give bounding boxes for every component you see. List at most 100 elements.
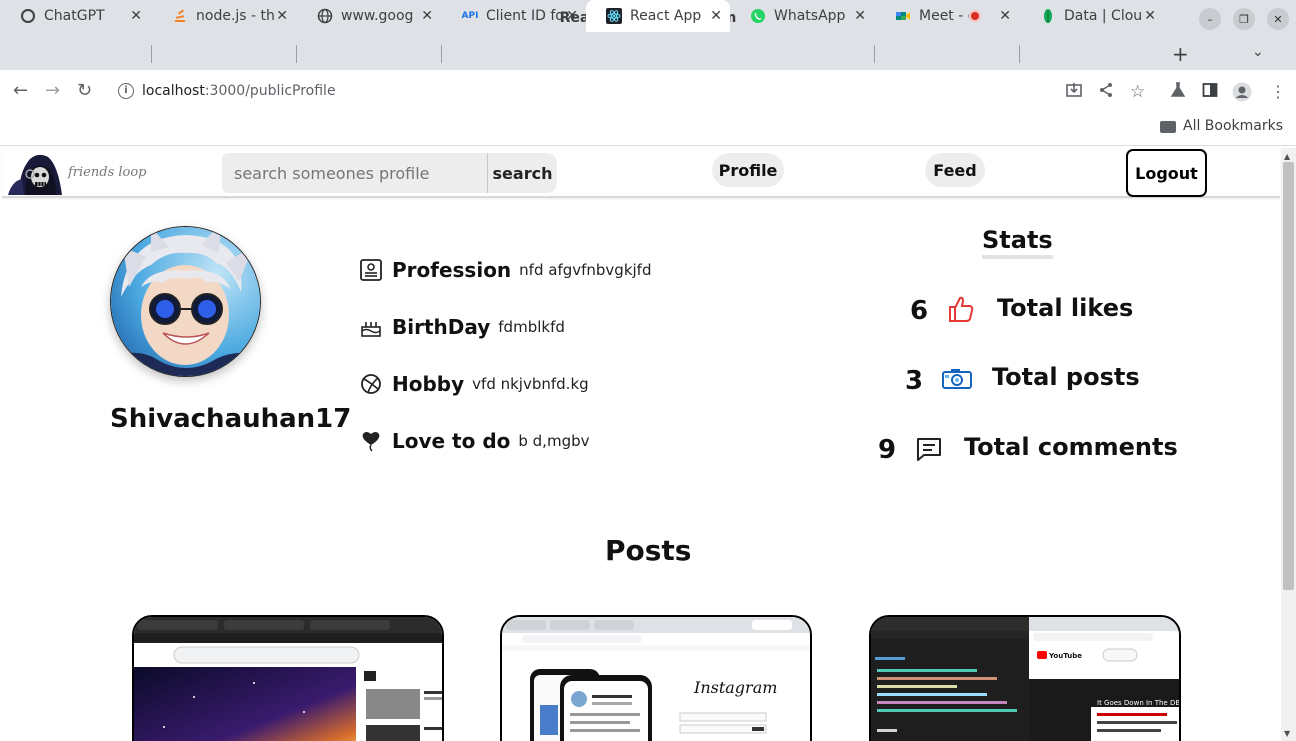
avatar: [110, 226, 261, 377]
reload-icon[interactable]: ↻: [77, 80, 92, 101]
scroll-up-arrow-icon[interactable]: ▲: [1284, 152, 1290, 161]
tab-label: WhatsApp: [774, 8, 846, 24]
field-value: nfd afgvfnbvgkjfd: [519, 261, 652, 279]
tab-label: Client ID fo: [486, 8, 564, 24]
likes-label: Total likes: [997, 294, 1134, 322]
tab-label: React App: [630, 8, 702, 24]
stackoverflow-icon: [172, 8, 188, 24]
mongodb-leaf-icon: [1040, 8, 1056, 24]
tab-close-icon[interactable]: ✕: [710, 8, 722, 24]
posts-count: 3: [905, 366, 924, 396]
post-image-2: Instagram: [502, 617, 810, 741]
field-value: vfd nkjvbnfd.kg: [472, 375, 589, 393]
back-icon[interactable]: ←: [13, 80, 28, 101]
tab-close-icon[interactable]: ✕: [130, 8, 142, 24]
tab-close-icon[interactable]: ✕: [1144, 8, 1156, 24]
logout-button[interactable]: Logout: [1126, 149, 1207, 197]
tab-whatsapp[interactable]: WhatsApp ✕: [730, 0, 874, 32]
likes-count: 6: [910, 296, 929, 326]
close-window-icon[interactable]: ✕: [1267, 8, 1289, 30]
logo-icon[interactable]: [6, 151, 66, 196]
restore-icon[interactable]: ❐: [1233, 8, 1255, 30]
field-key: BirthDay: [392, 315, 491, 339]
field-key: Love to do: [392, 429, 511, 453]
bookmarks-bar: [0, 114, 1296, 146]
share-icon[interactable]: [1098, 82, 1114, 102]
tab-react-app[interactable]: React App ✕: [586, 0, 730, 32]
extensions-flask-icon[interactable]: [1170, 82, 1186, 102]
forward-icon[interactable]: →: [45, 80, 60, 101]
id-card-icon: [360, 259, 382, 281]
posts-label: Total posts: [992, 363, 1140, 391]
tab-strip: [0, 38, 1296, 70]
new-tab-icon[interactable]: +: [1172, 42, 1189, 66]
tab-close-icon[interactable]: ✕: [999, 8, 1011, 24]
field-key: Hobby: [392, 372, 465, 396]
profile-username: Shivachauhan17: [110, 404, 352, 434]
post-card[interactable]: YouTube It Goes Down In The DB: [869, 615, 1181, 741]
post3-text: It Goes Down In The DB: [1097, 699, 1180, 707]
tab-client-id[interactable]: API Client ID fo ✕: [442, 0, 586, 32]
field-value: fdmblkfd: [498, 318, 565, 336]
folder-icon: [1160, 121, 1176, 133]
install-app-icon[interactable]: [1066, 82, 1082, 102]
tab-chatgpt[interactable]: ChatGPT ✕: [0, 0, 150, 32]
tab-google[interactable]: www.goog ✕: [297, 0, 441, 32]
heart-balloon-icon: [360, 430, 382, 452]
minimize-icon[interactable]: –: [1199, 8, 1221, 30]
profile-field-love-to-do: Love to do b d,mgbv: [360, 429, 590, 453]
post-image-3: YouTube It Goes Down In The DB: [871, 617, 1180, 741]
tab-search-chevron-icon[interactable]: ⌄: [1252, 44, 1264, 60]
tab-label: node.js - th: [196, 8, 275, 24]
comments-label: Total comments: [964, 433, 1178, 461]
thumbs-up-icon: [948, 295, 974, 327]
url-text[interactable]: localhost:3000/publicProfile: [142, 83, 336, 99]
post-image-1: [134, 617, 442, 741]
ball-icon: [360, 373, 382, 395]
feed-nav-button[interactable]: Feed: [925, 153, 985, 187]
logo-text: friends loop: [68, 165, 147, 180]
posts-title: Posts: [605, 534, 692, 567]
tab-label: www.goog: [341, 8, 414, 24]
chatgpt-icon: [20, 8, 36, 24]
scrollbar-thumb[interactable]: [1283, 162, 1294, 590]
profile-nav-button[interactable]: Profile: [712, 153, 784, 187]
profile-field-profession: Profession nfd afgvfnbvgkjfd: [360, 258, 651, 282]
stats-title: Stats: [982, 226, 1053, 259]
tab-label: Data | Clou: [1064, 8, 1143, 24]
tab-close-icon[interactable]: ✕: [854, 8, 866, 24]
meet-icon: [895, 8, 911, 24]
all-bookmarks-link[interactable]: All Bookmarks: [1183, 118, 1283, 134]
whatsapp-icon: [750, 8, 766, 24]
globe-icon: [317, 8, 333, 24]
post-card[interactable]: [132, 615, 444, 741]
camera-icon: [942, 368, 972, 394]
tab-label: ChatGPT: [44, 8, 105, 24]
bookmark-star-icon[interactable]: ☆: [1130, 82, 1145, 102]
react-icon: [606, 8, 622, 24]
site-info-icon[interactable]: i: [118, 83, 134, 99]
profile-field-birthday: BirthDay fdmblkfd: [360, 315, 565, 339]
tab-close-icon[interactable]: ✕: [421, 8, 433, 24]
api-icon: API: [461, 11, 479, 21]
profile-search-input[interactable]: [222, 153, 487, 193]
profile-avatar-icon[interactable]: [1232, 82, 1252, 106]
post2-title-text: Instagram: [693, 678, 777, 697]
app-navbar: [2, 148, 1280, 198]
comment-icon: [916, 436, 942, 466]
side-panel-icon[interactable]: [1202, 82, 1218, 102]
scroll-down-arrow-icon[interactable]: ▼: [1284, 729, 1290, 738]
tab-close-icon[interactable]: ✕: [276, 8, 288, 24]
tab-label: Meet - o: [919, 8, 969, 24]
tab-mongodb[interactable]: Data | Clou ✕: [1020, 0, 1164, 32]
tab-close-icon[interactable]: ✕: [566, 8, 578, 24]
tab-meet[interactable]: Meet - o ✕: [875, 0, 1019, 32]
browser-menu-icon[interactable]: ⋮: [1270, 82, 1286, 101]
cake-icon: [360, 316, 382, 338]
field-value: b d,mgbv: [518, 432, 590, 450]
svg-text:YouTube: YouTube: [1048, 652, 1082, 660]
post-card[interactable]: Instagram: [500, 615, 812, 741]
tab-stackoverflow[interactable]: node.js - th ✕: [152, 0, 296, 32]
search-button[interactable]: search: [487, 153, 557, 193]
comments-count: 9: [878, 435, 897, 465]
